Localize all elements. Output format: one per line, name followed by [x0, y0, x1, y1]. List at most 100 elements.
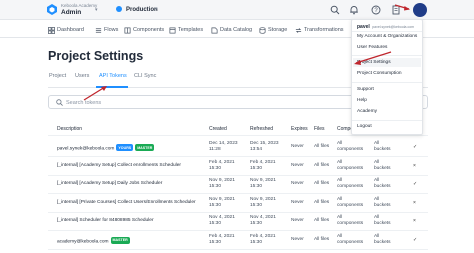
menu-item-academy[interactable]: Academy: [357, 109, 377, 114]
check-icon[interactable]: ✓: [413, 181, 417, 187]
search-placeholder: Search tokens: [66, 99, 102, 106]
menu-divider: [352, 31, 422, 32]
files-value: All files: [314, 199, 330, 205]
transformations-icon: [295, 27, 302, 33]
files-value: All files: [314, 236, 330, 242]
close-icon[interactable]: ×: [413, 218, 416, 224]
project-role[interactable]: Admin: [61, 9, 81, 16]
tab-users[interactable]: Users: [75, 73, 89, 79]
user-menu-dropdown: pavel pavel.synek@keboola.com My Account…: [351, 19, 423, 135]
refreshed-time: 15:30: [250, 165, 263, 171]
token-description-text: [_internal] [Academy Setup] Collect enro…: [57, 162, 181, 168]
nav-item-transformations[interactable]: Transformations: [295, 25, 344, 35]
nav-item-data-catalog[interactable]: Data Catalog: [211, 25, 252, 35]
menu-item-project-settings[interactable]: Project Settings: [357, 60, 391, 65]
check-icon[interactable]: ✓: [413, 144, 417, 150]
column-header-description[interactable]: Description: [57, 126, 82, 132]
avatar[interactable]: [413, 3, 427, 17]
created-time: 15:30: [209, 239, 222, 245]
bell-icon[interactable]: [349, 5, 359, 15]
flows-icon: [95, 27, 102, 33]
token-description[interactable]: [_internal] [Private Courses] Collect Us…: [57, 200, 196, 206]
menu-divider: [352, 120, 422, 121]
column-header-files[interactable]: Files: [314, 126, 325, 132]
row-divider: [48, 248, 428, 250]
organization-name[interactable]: Keboola Academy: [61, 3, 97, 8]
master-badge: MASTER: [135, 144, 155, 151]
menu-item-logout[interactable]: Logout: [357, 124, 372, 129]
table-header-divider: [48, 135, 428, 136]
nav-item-flows[interactable]: Flows: [95, 25, 118, 35]
components-value: components: [337, 239, 364, 245]
project-status-icon: [116, 6, 122, 12]
column-header-refreshed[interactable]: Refreshed: [250, 126, 273, 132]
nav-label: Templates: [178, 27, 204, 33]
created-time: 15:30: [209, 184, 222, 189]
nav-label: Transformations: [304, 27, 344, 33]
active-tab-indicator: [96, 86, 128, 88]
templates-icon: [169, 27, 176, 33]
tab-api-tokens[interactable]: API Tokens: [99, 73, 127, 79]
chevron-down-icon[interactable]: ▾: [155, 6, 158, 12]
menu-item-help[interactable]: Help: [357, 98, 367, 103]
components-value: components: [337, 221, 364, 226]
search-icon[interactable]: [330, 5, 340, 15]
nav-item-templates[interactable]: Templates: [169, 25, 203, 35]
check-icon[interactable]: ✓: [413, 237, 417, 243]
refreshed-time: 15:30: [250, 221, 263, 226]
buckets-value: buckets: [374, 221, 391, 226]
svg-text:?: ?: [374, 8, 378, 14]
token-description[interactable]: [_internal] Scheduler for 84808985 Sched…: [57, 218, 154, 224]
chevron-down-icon[interactable]: ▾: [95, 7, 98, 13]
token-description[interactable]: [_internal] [Academy Setup] Daily Jobs S…: [57, 181, 162, 187]
components-value: components: [337, 184, 364, 189]
refreshed-time: 15:30: [250, 239, 263, 245]
close-icon[interactable]: ×: [413, 163, 416, 169]
expires-value: Never: [291, 236, 304, 242]
buckets-value: buckets: [374, 202, 391, 208]
keboola-logo-icon[interactable]: [47, 4, 57, 15]
user-menu-name: pavel: [357, 24, 370, 30]
close-icon[interactable]: ×: [413, 200, 416, 206]
project-selector[interactable]: Production: [126, 7, 158, 13]
row-divider: [48, 193, 428, 194]
nav-item-dashboard[interactable]: Dashboard: [48, 25, 84, 35]
token-description[interactable]: pavel.synek@keboola.com YOURS MASTER: [57, 144, 155, 153]
column-header-created[interactable]: Created: [209, 126, 227, 132]
menu-item-project-consumption[interactable]: Project Consumption: [357, 71, 402, 76]
token-description[interactable]: academy@keboola.com MASTER: [57, 236, 130, 246]
menu-item-my-account[interactable]: My Account & Organizations: [357, 34, 417, 39]
token-description-text: [_internal] [Private Courses] Collect Us…: [57, 199, 196, 205]
token-description[interactable]: [_internal] [Academy Setup] Collect enro…: [57, 163, 181, 169]
storage-icon: [259, 26, 266, 34]
tab-cli-sync[interactable]: CLI Sync: [134, 73, 156, 79]
help-icon[interactable]: ?: [371, 5, 381, 15]
buckets-value: buckets: [374, 239, 391, 245]
tab-project[interactable]: Project: [49, 73, 66, 79]
column-header-expires[interactable]: Expires: [291, 126, 308, 132]
components-value: components: [337, 147, 364, 152]
created-time: 15:30: [209, 165, 222, 171]
menu-item-user-features[interactable]: User Features: [357, 45, 387, 50]
expires-value: Never: [291, 181, 304, 186]
yours-badge: YOURS: [116, 144, 134, 151]
token-description-text: [_internal] Scheduler for 84808985 Sched…: [57, 218, 154, 223]
refreshed-time: 15:30: [250, 184, 263, 189]
nav-item-storage[interactable]: Storage: [259, 25, 287, 35]
menu-item-support[interactable]: Support: [357, 87, 374, 92]
search-icon: [56, 99, 63, 106]
files-value: All files: [314, 218, 330, 223]
nav-label: Dashboard: [57, 27, 84, 33]
token-description-text: academy@keboola.com: [57, 239, 109, 244]
expires-value: Never: [291, 162, 304, 168]
components-value: components: [337, 202, 364, 208]
nav-item-components[interactable]: Components: [124, 25, 164, 35]
components-icon: [124, 27, 131, 33]
data-catalog-icon: [211, 27, 218, 33]
row-divider: [48, 211, 428, 213]
expires-value: Never: [291, 218, 304, 223]
nav-label: Components: [133, 27, 165, 33]
row-divider: [48, 156, 428, 157]
files-value: All files: [314, 181, 330, 186]
documentation-icon[interactable]: [391, 5, 401, 15]
